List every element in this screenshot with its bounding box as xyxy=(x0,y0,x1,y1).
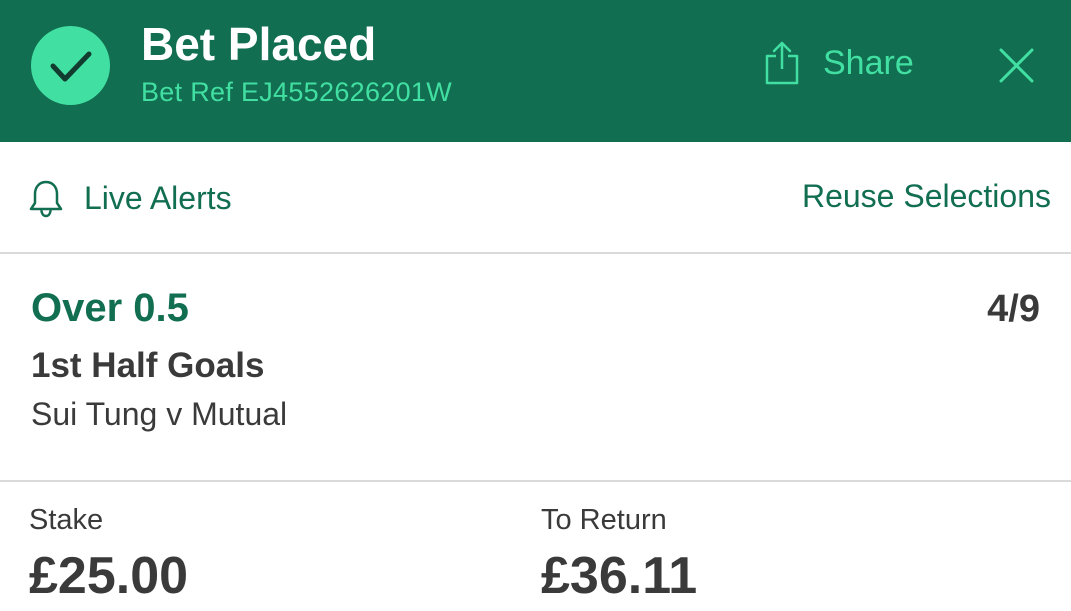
bet-selection: Over 0.5 4/9 1st Half Goals Sui Tung v M… xyxy=(0,254,1071,482)
bet-reference: Bet Ref EJ4552626201W xyxy=(141,77,452,107)
actions-row: Live Alerts Reuse Selections xyxy=(0,142,1071,254)
share-button[interactable]: Share xyxy=(764,40,914,86)
close-icon xyxy=(999,48,1034,83)
market-name: 1st Half Goals xyxy=(31,346,265,385)
stake-label: Stake xyxy=(29,504,104,536)
live-alerts-button[interactable]: Live Alerts xyxy=(28,178,232,218)
share-icon xyxy=(765,41,799,85)
event-name: Sui Tung v Mutual xyxy=(31,396,288,432)
stake-value: £25.00 xyxy=(29,547,189,605)
live-alerts-label: Live Alerts xyxy=(84,179,232,216)
close-button[interactable] xyxy=(998,47,1035,84)
selection-odds: 4/9 xyxy=(987,288,1040,330)
to-return-label: To Return xyxy=(541,504,667,536)
bell-icon xyxy=(29,180,63,218)
share-label: Share xyxy=(823,43,914,82)
selection-name: Over 0.5 xyxy=(31,286,189,330)
checkmark-icon xyxy=(31,26,110,105)
to-return-value: £36.11 xyxy=(541,547,698,605)
bet-placed-header: Bet Placed Bet Ref EJ4552626201W Share xyxy=(0,0,1071,142)
reuse-selections-button[interactable]: Reuse Selections xyxy=(802,178,1051,215)
page-title: Bet Placed xyxy=(141,18,377,70)
